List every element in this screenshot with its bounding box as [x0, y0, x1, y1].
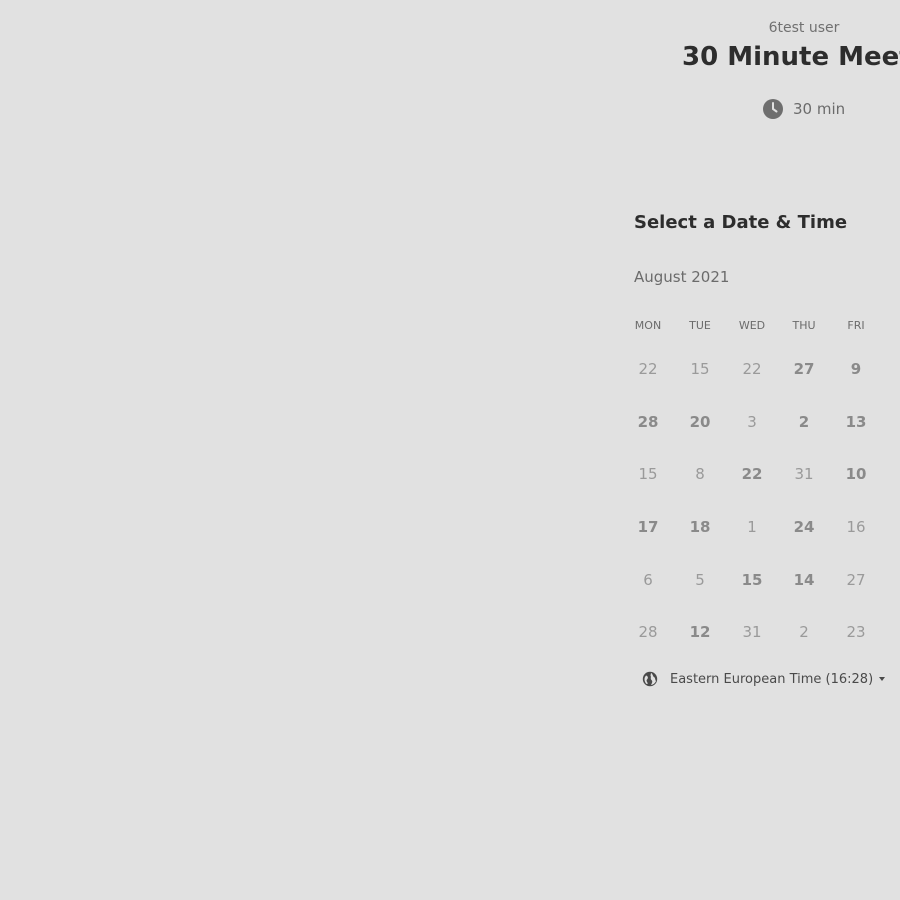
calendar-day-number: 2 — [799, 623, 809, 642]
calendar-day-number: 6 — [643, 570, 653, 589]
duration-label: 30 min — [793, 100, 846, 118]
host-name: 6test user — [768, 20, 840, 36]
calendar-day[interactable]: 14 — [778, 553, 830, 606]
calendar-day: 31 — [726, 606, 778, 659]
calendar-day: 23 — [830, 606, 882, 659]
calendar-day: 3 — [726, 396, 778, 449]
calendar-day-number: 2 — [798, 412, 810, 431]
clock-icon — [763, 99, 783, 119]
event-duration: 30 min — [763, 99, 845, 119]
calendar-day[interactable]: 17 — [622, 501, 674, 554]
event-title: 30 Minute Meetin — [682, 42, 900, 72]
calendar-grid: 22 15 22 27 9 28 20 3 2 13 15 8 22 31 10 17 18 1 24 16 6 5 15 1… — [622, 343, 900, 659]
calendar-day-number: 9 — [850, 360, 862, 379]
calendar-day-number: 22 — [742, 360, 762, 379]
calendar-day: 8 — [674, 448, 726, 501]
calendar-day-number: 22 — [638, 360, 658, 379]
calendar-day: 27 — [830, 553, 882, 606]
calendar-day-number: 31 — [742, 623, 762, 642]
calendar-day[interactable]: 2 — [778, 396, 830, 449]
calendar-day-number: 10 — [845, 465, 867, 484]
calendar-day[interactable]: 18 — [674, 501, 726, 554]
calendar-day-number: 28 — [637, 412, 659, 431]
calendar-day — [882, 396, 900, 449]
calendar-day-number: 15 — [741, 570, 763, 589]
weekday-label: S — [882, 319, 900, 332]
booking-page: 6test user 30 Minute Meetin 30 min Selec… — [0, 0, 900, 900]
calendar-day-number: 16 — [846, 518, 866, 537]
calendar-day[interactable]: 10 — [830, 448, 882, 501]
globe-icon — [642, 671, 658, 687]
calendar-day-number: 28 — [638, 623, 658, 642]
calendar-day: 15 — [622, 448, 674, 501]
calendar-day-selected[interactable] — [882, 448, 900, 501]
calendar-day: 5 — [674, 553, 726, 606]
calendar-day-number: 20 — [689, 412, 711, 431]
calendar-day: 28 — [622, 606, 674, 659]
calendar-day[interactable]: 24 — [778, 501, 830, 554]
calendar-day-number: 23 — [846, 623, 866, 642]
calendar-day[interactable]: 9 — [830, 343, 882, 396]
calendar-day-number: 31 — [794, 465, 814, 484]
calendar-day[interactable]: 28 — [622, 396, 674, 449]
calendar-day-number: 27 — [793, 360, 815, 379]
calendar-day-number: 3 — [747, 412, 757, 431]
weekday-label: MON — [634, 319, 662, 332]
calendar-day-number: 1 — [747, 518, 757, 537]
calendar-day-number: 18 — [689, 518, 711, 537]
calendar-day: 22 — [726, 343, 778, 396]
calendar-day-number: 12 — [689, 623, 711, 642]
calendar-day-number: 22 — [741, 465, 763, 484]
calendar-day: 6 — [622, 553, 674, 606]
calendar-day-number: 8 — [695, 465, 705, 484]
calendar-day-number: 15 — [638, 465, 658, 484]
calendar-day — [882, 343, 900, 396]
caret-down-icon — [879, 677, 886, 681]
calendar-day-number: 24 — [793, 518, 815, 537]
calendar-day — [882, 553, 900, 606]
timezone-selector[interactable]: Eastern European Time (16:28) — [642, 671, 886, 687]
calendar-day-number: 15 — [690, 360, 710, 379]
calendar-day[interactable]: 12 — [674, 606, 726, 659]
weekday-header: MON TUE WED THU FRI S — [622, 319, 900, 332]
calendar-day[interactable]: 15 — [726, 553, 778, 606]
calendar-day[interactable]: 22 — [726, 448, 778, 501]
timezone-label: Eastern European Time (16:28) — [670, 671, 874, 687]
calendar-day-number: 5 — [695, 570, 705, 589]
weekday-label: THU — [792, 319, 816, 332]
weekday-label: TUE — [689, 319, 711, 332]
weekday-label: FRI — [847, 319, 865, 332]
month-label: August 2021 — [634, 268, 730, 286]
calendar-day — [882, 606, 900, 659]
weekday-label: WED — [738, 319, 766, 332]
calendar-day: 15 — [674, 343, 726, 396]
section-title: Select a Date & Time — [634, 212, 848, 233]
calendar-day: 22 — [622, 343, 674, 396]
calendar-day — [882, 501, 900, 554]
calendar-day: 2 — [778, 606, 830, 659]
calendar-day-number: 17 — [637, 518, 659, 537]
calendar-day: 31 — [778, 448, 830, 501]
calendar-day[interactable]: 20 — [674, 396, 726, 449]
calendar-day: 1 — [726, 501, 778, 554]
calendar-day[interactable]: 27 — [778, 343, 830, 396]
calendar-day-number: 14 — [793, 570, 815, 589]
calendar-day-number: 27 — [846, 570, 866, 589]
calendar-day[interactable]: 13 — [830, 396, 882, 449]
calendar-day-number: 13 — [845, 412, 867, 431]
calendar-day: 16 — [830, 501, 882, 554]
